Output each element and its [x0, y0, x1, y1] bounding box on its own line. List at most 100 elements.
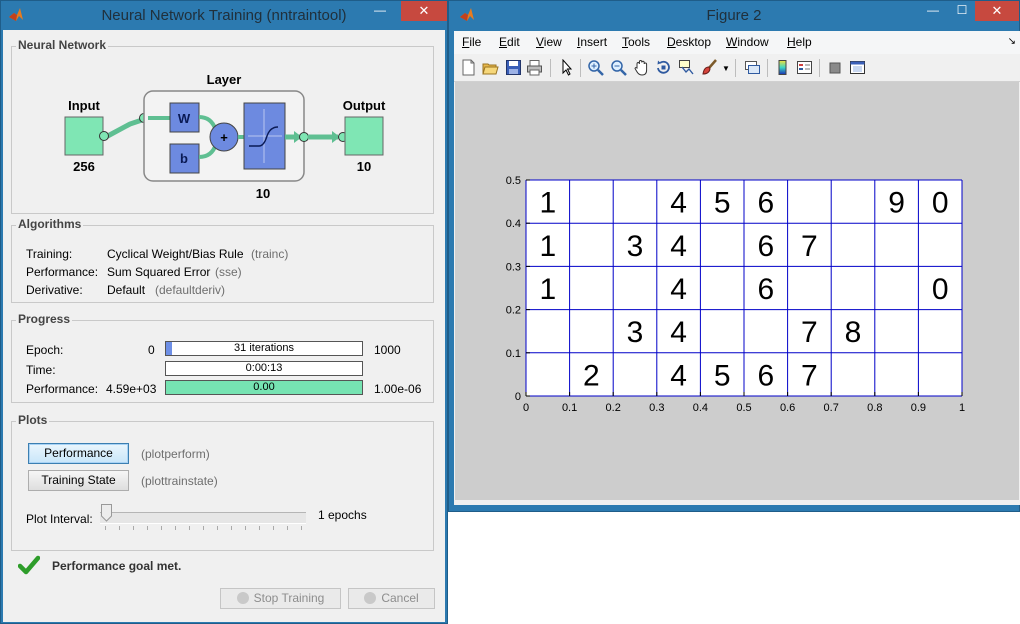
- close-window-button[interactable]: ✕: [975, 1, 1019, 21]
- pointer-icon[interactable]: [558, 59, 575, 76]
- menu-window[interactable]: Window: [726, 35, 769, 49]
- digit-label: 4: [670, 187, 687, 220]
- x-tick-label: 0.8: [867, 402, 882, 414]
- digit-label: 4: [670, 230, 687, 263]
- algorithm-value: Default: [107, 283, 146, 297]
- minimize-button[interactable]: —: [919, 1, 947, 21]
- brush-dropdown-arrow-icon[interactable]: ▼: [722, 64, 730, 73]
- toolbar-separator: [767, 59, 768, 77]
- brush-icon[interactable]: [701, 59, 718, 76]
- hide-plot-tools-icon[interactable]: [827, 59, 844, 76]
- data-cursor-icon[interactable]: [678, 59, 695, 76]
- minimize-button[interactable]: —: [366, 1, 394, 21]
- toolbar-separator: [580, 59, 581, 77]
- output-label: Output: [343, 98, 386, 113]
- digit-label: 1: [539, 273, 556, 306]
- weight-label: W: [178, 111, 191, 126]
- menu-view[interactable]: View: [536, 35, 562, 49]
- plot-interval-slider[interactable]: [100, 512, 306, 524]
- menu-edit[interactable]: Edit: [499, 35, 520, 49]
- close-window-button[interactable]: ✕: [401, 1, 447, 21]
- slider-ticks: [105, 526, 305, 530]
- performance-start: 4.59e+03: [106, 382, 157, 396]
- digit-label: 9: [888, 187, 905, 220]
- digit-label: 0: [932, 187, 949, 220]
- pan-icon[interactable]: [633, 59, 650, 76]
- title-bar[interactable]: Neural Network Training (nntraintool) — …: [1, 1, 447, 30]
- cancel-button[interactable]: Cancel: [348, 588, 435, 609]
- x-tick-label: 0.4: [693, 402, 708, 414]
- performance-plot-button[interactable]: Performance: [28, 443, 129, 464]
- x-tick-label: 0: [523, 402, 529, 414]
- digit-label: 1: [539, 187, 556, 220]
- rotate-icon[interactable]: [655, 59, 672, 76]
- menu-help[interactable]: Help: [787, 35, 812, 49]
- menu-file[interactable]: File: [462, 35, 481, 49]
- link-icon[interactable]: [744, 59, 761, 76]
- open-icon[interactable]: [482, 59, 499, 76]
- save-icon[interactable]: [505, 59, 522, 76]
- colorbar-icon[interactable]: [774, 59, 791, 76]
- algorithm-name: Training:: [26, 247, 73, 261]
- stop-icon: [236, 592, 249, 604]
- digit-grid-chart: 1 4 5 6 9 01 3 4 6 71 4 6 03 4 7 82 4 5 6 70 0.1 0.2 0.3 0.4 0.5…: [506, 175, 965, 414]
- menu-insert[interactable]: Insert: [577, 35, 607, 49]
- digit-label: 7: [801, 359, 818, 392]
- training-state-plot-button[interactable]: Training State: [28, 470, 129, 491]
- maximize-button[interactable]: ☐: [948, 1, 976, 21]
- input-size: 256: [73, 159, 95, 174]
- plot-interval-value: 1 epochs: [318, 508, 367, 522]
- new-figure-icon[interactable]: [460, 59, 477, 76]
- cancel-label: Cancel: [381, 591, 419, 605]
- digit-label: 1: [539, 230, 556, 263]
- digit-label: 7: [801, 316, 818, 349]
- print-icon[interactable]: [526, 59, 543, 76]
- title-bar[interactable]: Figure 2 — ☐ ✕: [449, 1, 1019, 30]
- epoch-progress-fill: [166, 342, 173, 355]
- zoom-out-icon[interactable]: [610, 59, 627, 76]
- algorithm-name: Derivative:: [26, 283, 83, 297]
- digit-label: 0: [932, 273, 949, 306]
- menu-desktop[interactable]: Desktop: [667, 35, 711, 49]
- time-label: Time:: [26, 363, 56, 377]
- y-tick-label: 0: [515, 391, 521, 403]
- digit-label: 3: [627, 316, 644, 349]
- panel-title: Algorithms: [16, 217, 84, 231]
- algorithms-panel: Algorithms Training: Cyclical Weight/Bia…: [11, 217, 434, 303]
- panel-title: Progress: [16, 312, 73, 326]
- menu-tools[interactable]: Tools: [622, 35, 650, 49]
- digit-label: 7: [801, 230, 818, 263]
- digit-label: 6: [757, 359, 774, 392]
- digit-label: 5: [714, 359, 731, 392]
- slider-thumb[interactable]: [101, 504, 112, 522]
- x-tick-label: 0.6: [780, 402, 795, 414]
- cancel-icon: [364, 592, 377, 604]
- digit-label: 4: [670, 359, 687, 392]
- y-tick-label: 0.5: [506, 175, 521, 187]
- performance-progress-text: 0.00: [253, 381, 275, 393]
- stop-training-button[interactable]: Stop Training: [220, 588, 341, 609]
- toolbar-separator: [819, 59, 820, 77]
- figure-canvas[interactable]: 1 4 5 6 9 0 1 3 4 6 7 1 4 6 0 3 4 7 8 2 4 5 6 7 0 0.1 0.2 0.3 0.4 0.5…: [455, 82, 1019, 500]
- legend-icon[interactable]: [796, 59, 813, 76]
- digit-label: 4: [670, 273, 687, 306]
- digit-label: 6: [757, 187, 774, 220]
- x-tick-label: 0.7: [824, 402, 839, 414]
- digit-label: 3: [627, 230, 644, 263]
- figure-toolbar: ▼: [454, 54, 1020, 82]
- y-tick-label: 0.4: [506, 218, 521, 230]
- performance-end: 1.00e-06: [374, 382, 422, 396]
- bias-label: b: [180, 151, 188, 166]
- y-tick-label: 0.1: [506, 348, 521, 360]
- training-state-plot-fn: (plottrainstate): [141, 474, 218, 488]
- zoom-in-icon[interactable]: [587, 59, 604, 76]
- y-tick-label: 0.3: [506, 261, 521, 273]
- epoch-label: Epoch:: [26, 343, 64, 357]
- x-tick-label: 1: [959, 402, 965, 414]
- epoch-start: 0: [148, 343, 155, 357]
- digit-label: 6: [757, 273, 774, 306]
- toolbar-separator: [735, 59, 736, 77]
- x-tick-label: 0.2: [606, 402, 621, 414]
- show-plot-tools-icon[interactable]: [849, 59, 866, 76]
- dock-arrow-icon[interactable]: ↘: [1008, 36, 1016, 47]
